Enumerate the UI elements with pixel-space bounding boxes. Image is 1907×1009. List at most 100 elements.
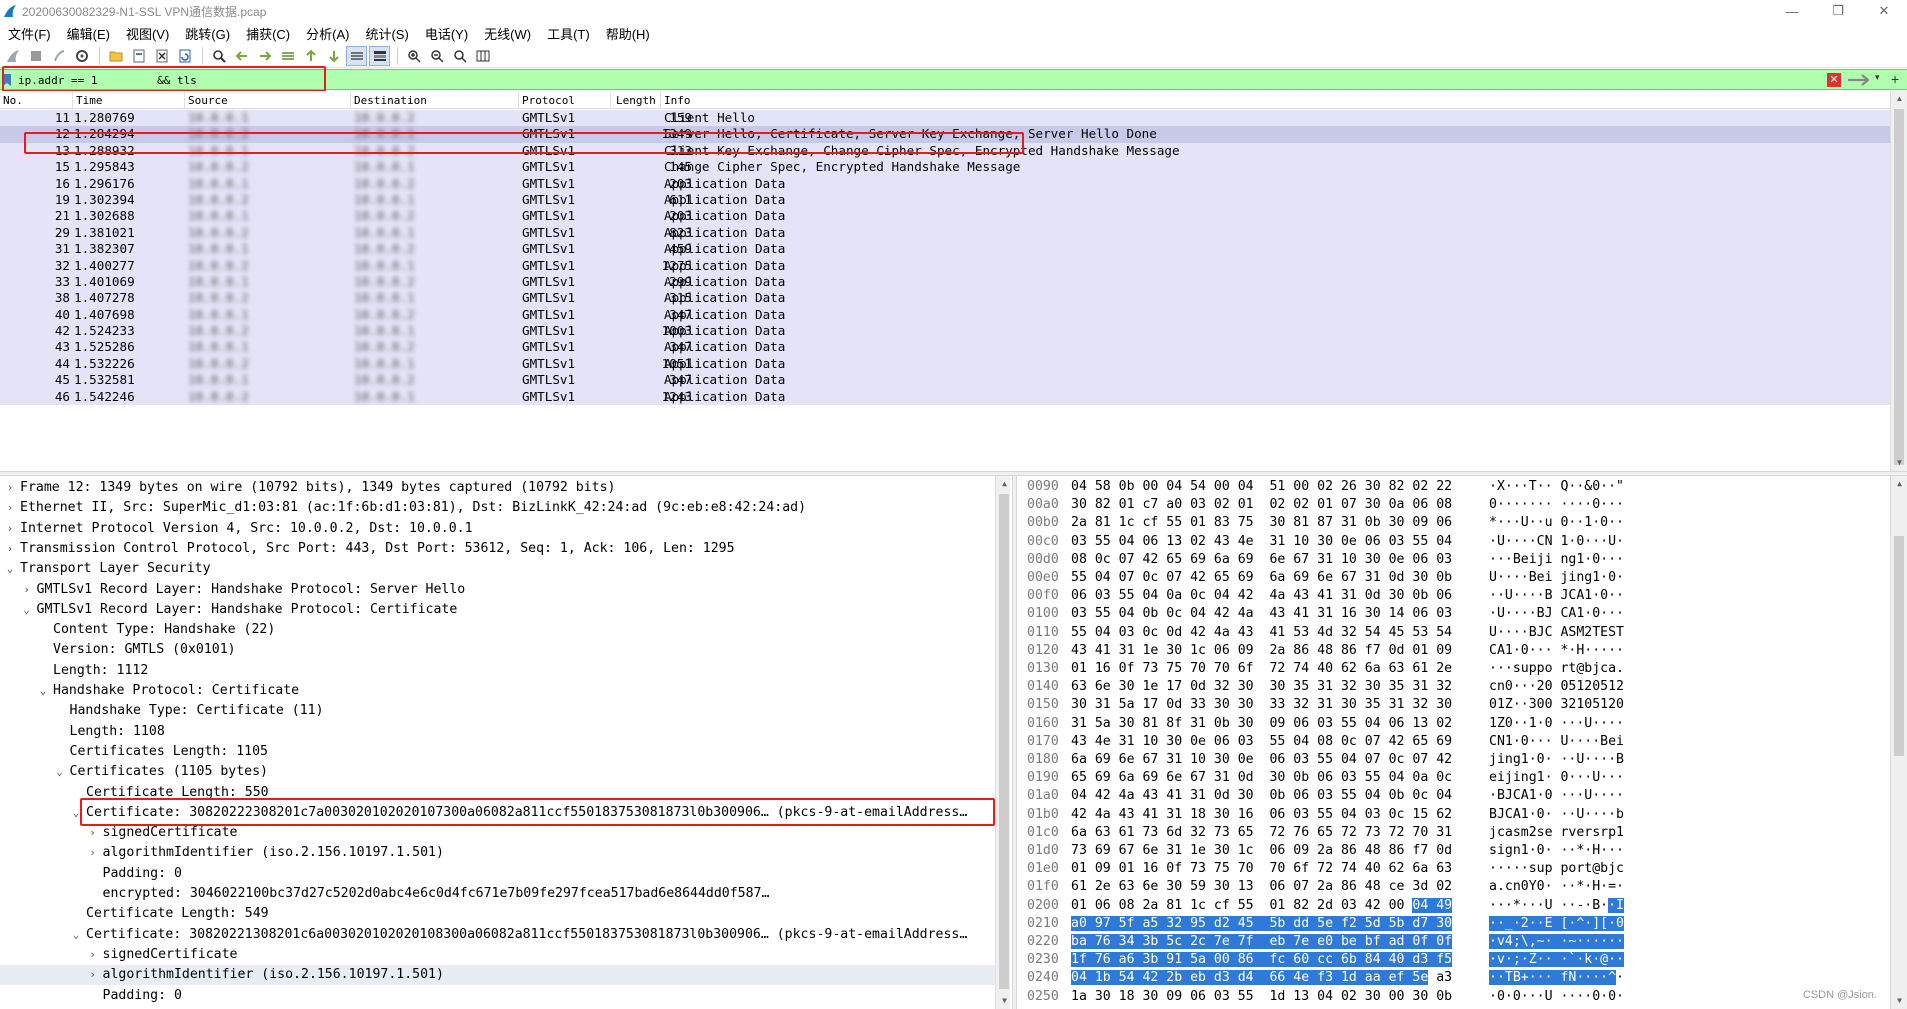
detail-tree-item[interactable]: Length: 1112 [0,661,995,681]
packet-row[interactable]: 15 1.295843 10.0.0.2 10.0.0.1 GMTLSv1 145 Chan… [0,159,1890,176]
chevron-down-icon[interactable]: ⌄ [21,600,33,620]
detail-tree-item[interactable]: ⌄ Transport Layer Security [0,559,995,579]
restore-button[interactable]: ❐ [1815,0,1861,22]
detail-tree-item[interactable]: › algorithmIdentifier (iso.2.156.10197.1.… [0,965,995,986]
column-separator[interactable] [518,92,519,108]
scroll-down-arrow-icon[interactable]: ▼ [996,993,1010,1009]
find-packet-button[interactable] [208,46,229,66]
detail-tree-item[interactable]: ⌄ GMTLSv1 Record Layer: Handshake Protoco… [0,600,995,620]
resize-columns-button[interactable] [472,46,493,66]
hex-row[interactable]: 00c0 03 55 04 06 13 02 43 4e 31 10 30 0e … [1017,533,1887,551]
packet-row[interactable]: 21 1.302688 10.0.0.1 10.0.0.2 GMTLSv1 203 Appl… [0,208,1890,225]
go-forward-button[interactable] [254,46,275,66]
scrollbar-thumb[interactable] [1894,109,1904,465]
minimize-button[interactable]: — [1769,0,1815,22]
packet-row[interactable]: 42 1.524233 10.0.0.2 10.0.0.1 GMTLSv1 1003 App… [0,323,1890,340]
hex-row[interactable]: 0240 04 1b 54 42 2b eb d3 d4 66 4e f3 1d … [1017,969,1887,987]
detail-tree-item[interactable]: › signedCertificate [0,945,995,965]
detail-tree-item[interactable]: › algorithmIdentifier (iso.2.156.10197.1.… [0,843,995,863]
hex-row[interactable]: 0120 43 41 31 1e 30 1c 06 09 2a 86 48 86 … [1017,642,1887,660]
close-file-button[interactable] [151,46,172,66]
save-file-button[interactable] [128,46,149,66]
menu-tools[interactable]: 工具(T) [539,24,598,43]
chevron-right-icon[interactable]: › [87,945,99,965]
go-back-button[interactable] [231,46,252,66]
detail-tree-item[interactable]: Certificate Length: 550 [0,783,995,803]
hex-row[interactable]: 0190 65 69 6a 69 6e 67 31 0d 30 0b 06 03 … [1017,769,1887,787]
scroll-down-arrow-icon[interactable]: ▼ [1891,455,1907,471]
colorize-button[interactable] [369,45,390,66]
close-button[interactable]: ✕ [1861,0,1907,22]
hex-row[interactable]: 0170 43 4e 31 10 30 0e 06 03 55 04 08 0c … [1017,733,1887,751]
bookmark-icon[interactable] [2,73,12,87]
packet-row[interactable]: 40 1.407698 10.0.0.1 10.0.0.2 GMTLSv1 347 Appl… [0,306,1890,324]
packet-row[interactable]: 16 1.296176 10.0.0.1 10.0.0.2 GMTLSv1 203 Appl… [0,175,1890,192]
chevron-right-icon[interactable]: › [87,965,99,985]
hex-row[interactable]: 0110 55 04 03 0c 0d 42 4a 43 41 53 4d 32 … [1017,624,1887,642]
hex-row[interactable]: 0130 01 16 0f 73 75 70 70 6f 72 74 40 62 … [1017,660,1887,678]
hex-row[interactable]: 0150 30 31 5a 17 0d 33 30 30 33 32 31 30 … [1017,696,1887,714]
packet-row[interactable]: 45 1.532581 10.0.0.1 10.0.0.2 GMTLSv1 347 Appl… [0,372,1890,389]
packet-bytes-scrollbar[interactable]: ▲ ▼ [1890,476,1907,1009]
packet-row[interactable]: 11 1.280769 10.0.0.1 10.0.0.2 GMTLSv1 159 Clie… [0,110,1890,127]
column-separator[interactable] [660,92,661,108]
chevron-right-icon[interactable]: › [4,539,16,559]
menu-edit[interactable]: 编辑(E) [59,24,118,43]
column-separator[interactable] [72,92,73,108]
column-header-source[interactable]: Source [188,94,228,107]
hex-row[interactable]: 0210 a0 97 5f a5 32 95 d2 45 5b dd 5e f2 … [1017,915,1887,933]
menu-file[interactable]: 文件(F) [0,24,59,43]
apply-filter-arrow-icon[interactable] [1847,73,1873,87]
column-header-destination[interactable]: Destination [354,94,427,107]
chevron-right-icon[interactable]: › [87,823,99,843]
go-to-packet-button[interactable] [277,46,298,66]
chevron-down-icon[interactable]: ⌄ [4,559,16,579]
packet-row[interactable]: 13 1.288932 10.0.0.1 10.0.0.2 GMTLSv1 313 Clie… [0,142,1890,160]
hex-row[interactable]: 0250 1a 30 18 30 09 06 03 55 1d 13 04 02 … [1017,988,1887,1006]
detail-tree-item[interactable]: Length: 1108 [0,722,995,742]
menu-wireless[interactable]: 无线(W) [476,24,539,43]
chevron-right-icon[interactable]: › [87,843,99,863]
detail-tree-item[interactable]: Content Type: Handshake (22) [0,620,995,640]
menu-capture[interactable]: 捕获(C) [238,24,298,43]
capture-options-button[interactable] [71,46,92,66]
hex-row[interactable]: 01c0 6a 63 61 73 6d 32 73 65 72 76 65 72 … [1017,824,1887,842]
packet-row[interactable]: 12 1.284294 10.0.0.2 10.0.0.1 GMTLSv1 1349 Ser… [0,126,1890,143]
detail-tree-item[interactable]: Padding: 0 [0,986,995,1006]
go-last-button[interactable] [323,46,344,66]
scroll-down-arrow-icon[interactable]: ▼ [1891,993,1907,1009]
chevron-down-icon[interactable]: ⌄ [70,925,82,945]
detail-tree-item[interactable]: Padding: 0 [0,864,995,884]
filter-history-dropdown[interactable]: ▾ [1875,72,1887,83]
chevron-right-icon[interactable]: › [4,498,16,518]
packet-row[interactable]: 29 1.381021 10.0.0.2 10.0.0.1 GMTLSv1 823 Appl… [0,224,1890,242]
column-header-protocol[interactable]: Protocol [522,94,575,107]
packet-list-scrollbar[interactable]: ▲ ▼ [1890,91,1907,471]
hex-row[interactable]: 00f0 06 03 55 04 0a 0c 04 42 4a 43 41 31 … [1017,587,1887,605]
reload-file-button[interactable] [174,46,195,66]
detail-tree-item[interactable]: › GMTLSv1 Record Layer: Handshake Protoco… [0,580,995,600]
hex-row[interactable]: 00b0 2a 81 1c cf 55 01 83 75 30 81 87 31 … [1017,514,1887,532]
menu-telephony[interactable]: 电话(Y) [417,24,476,43]
packet-row[interactable]: 33 1.401069 10.0.0.1 10.0.0.2 GMTLSv1 299 Appl… [0,273,1890,291]
detail-tree-item[interactable]: Handshake Type: Certificate (11) [0,701,995,721]
detail-tree-item[interactable]: Certificates Length: 1105 [0,742,995,762]
detail-tree-item[interactable]: › Ethernet II, Src: SuperMic_d1:03:81 (ac… [0,498,995,518]
hex-row[interactable]: 0180 6a 69 6e 67 31 10 30 0e 06 03 55 04 … [1017,751,1887,769]
detail-tree-item[interactable]: › Transmission Control Protocol, Src Port… [0,539,995,559]
packet-row[interactable]: 38 1.407278 10.0.0.2 10.0.0.1 GMTLSv1 315 Appl… [0,290,1890,307]
chevron-right-icon[interactable]: › [4,519,16,539]
packet-row[interactable]: 19 1.302394 10.0.0.2 10.0.0.1 GMTLSv1 611 Appl… [0,191,1890,209]
hex-row[interactable]: 0100 03 55 04 0b 0c 04 42 4a 43 41 31 16 … [1017,605,1887,623]
column-header-length[interactable]: Length [616,94,656,107]
column-separator[interactable] [184,92,185,108]
autoscroll-button[interactable] [346,45,367,66]
add-filter-button[interactable]: + [1891,71,1903,87]
zoom-reset-button[interactable] [449,46,470,66]
start-capture-button[interactable] [2,46,23,66]
restart-capture-button[interactable] [48,46,69,66]
scrollbar-thumb[interactable] [1894,536,1904,756]
detail-tree-item[interactable]: ⌄ Handshake Protocol: Certificate [0,681,995,701]
go-first-button[interactable] [300,46,321,66]
detail-tree-item[interactable]: ⌄ Certificate: 30820221308201c6a003020102… [0,925,995,945]
